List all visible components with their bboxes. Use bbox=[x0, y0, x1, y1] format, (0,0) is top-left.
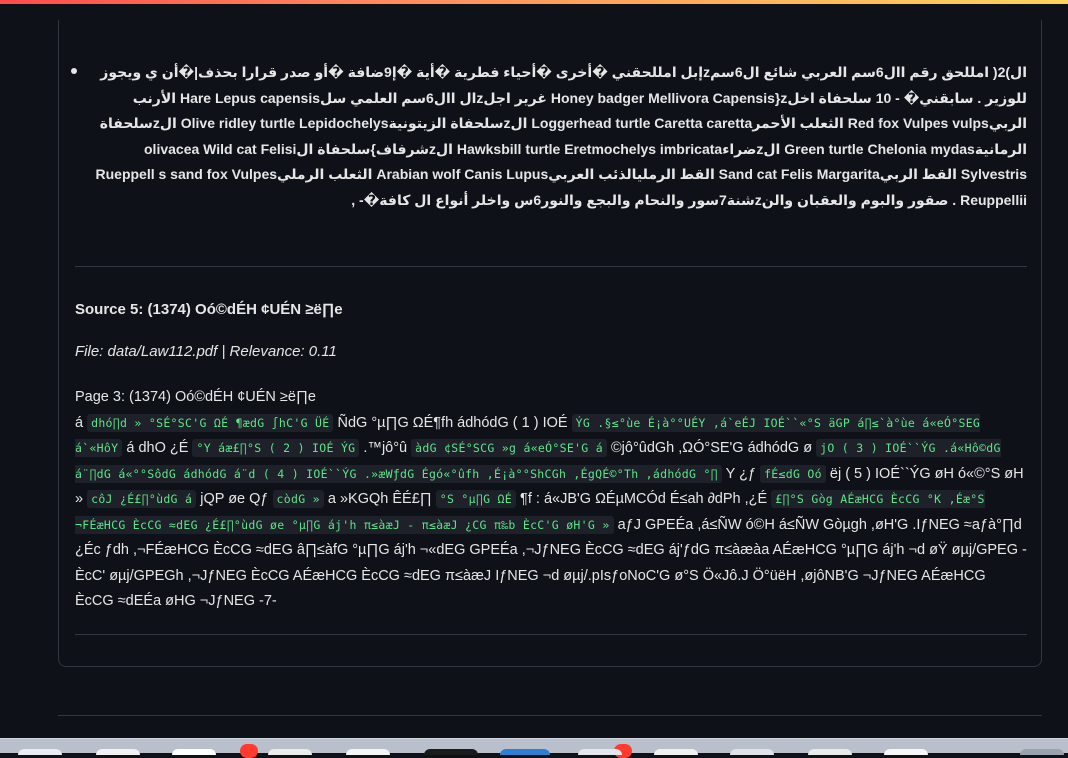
inline-code: còdG » bbox=[272, 490, 324, 508]
inline-code: °Y áæ£∏°S ( 2 ) IOÉ ÝG bbox=[192, 439, 360, 457]
inline-code: àdG ¢SÉ°SCG »g á«eÓ°SE'G á bbox=[411, 439, 607, 457]
page-divider bbox=[58, 715, 1042, 716]
dock-app-icon[interactable] bbox=[654, 749, 698, 755]
page-heading: Page 3: (1374) Oó©dÉH ¢UÉN ≥ë∏e bbox=[75, 389, 316, 405]
dock-app-icon[interactable] bbox=[424, 749, 478, 755]
section-divider bbox=[75, 266, 1027, 267]
page-content: Page 3: (1374) Oó©dÉH ¢UÉN ≥ë∏e á dhó∏d … bbox=[75, 385, 1027, 615]
inline-code: fÉ≤dG Oó bbox=[760, 464, 826, 483]
list-item: ال)2( امللحق رقم اال6سم العربي شائع ال6س… bbox=[95, 64, 1028, 208]
dock-app-icon[interactable] bbox=[808, 749, 852, 755]
dock-app-icon[interactable] bbox=[18, 749, 62, 755]
inline-code: dhó∏d » °SÉ°SC'G ΩÉ ¶ædG ∫hC'G ÜÉ bbox=[87, 413, 334, 432]
source-results-panel: ال)2( امللحق رقم اال6سم العربي شائع ال6س… bbox=[58, 20, 1042, 667]
dock-app-icon[interactable] bbox=[1020, 749, 1064, 755]
source-title: Source 5: (1374) Oó©dÉH ¢UÉN ≥ë∏e bbox=[75, 301, 343, 318]
inline-code: côJ ¿É£∏°ùdG á bbox=[87, 490, 197, 508]
file-relevance-line: File: data/Law112.pdf | Relevance: 0.11 bbox=[75, 343, 337, 360]
inline-code: °S °µ∏G ΩÉ bbox=[435, 490, 517, 508]
dock-app-icon[interactable] bbox=[884, 749, 928, 755]
notification-badge bbox=[240, 744, 258, 758]
page-body: á dhó∏d » °SÉ°SC'G ΩÉ ¶ædG ∫hC'G ÜÉ ÑdG … bbox=[75, 413, 1027, 609]
section-divider bbox=[75, 634, 1027, 635]
dock-app-icon[interactable] bbox=[172, 749, 216, 755]
dock-app-icon[interactable] bbox=[578, 749, 622, 755]
dock-app-icon[interactable] bbox=[500, 749, 550, 755]
dock-app-icon[interactable] bbox=[730, 749, 774, 755]
dock-app-icon[interactable] bbox=[96, 749, 140, 755]
app-header-decoration bbox=[0, 0, 1068, 4]
dock-app-icon[interactable] bbox=[346, 749, 390, 755]
dock-app-icon[interactable] bbox=[268, 749, 312, 755]
